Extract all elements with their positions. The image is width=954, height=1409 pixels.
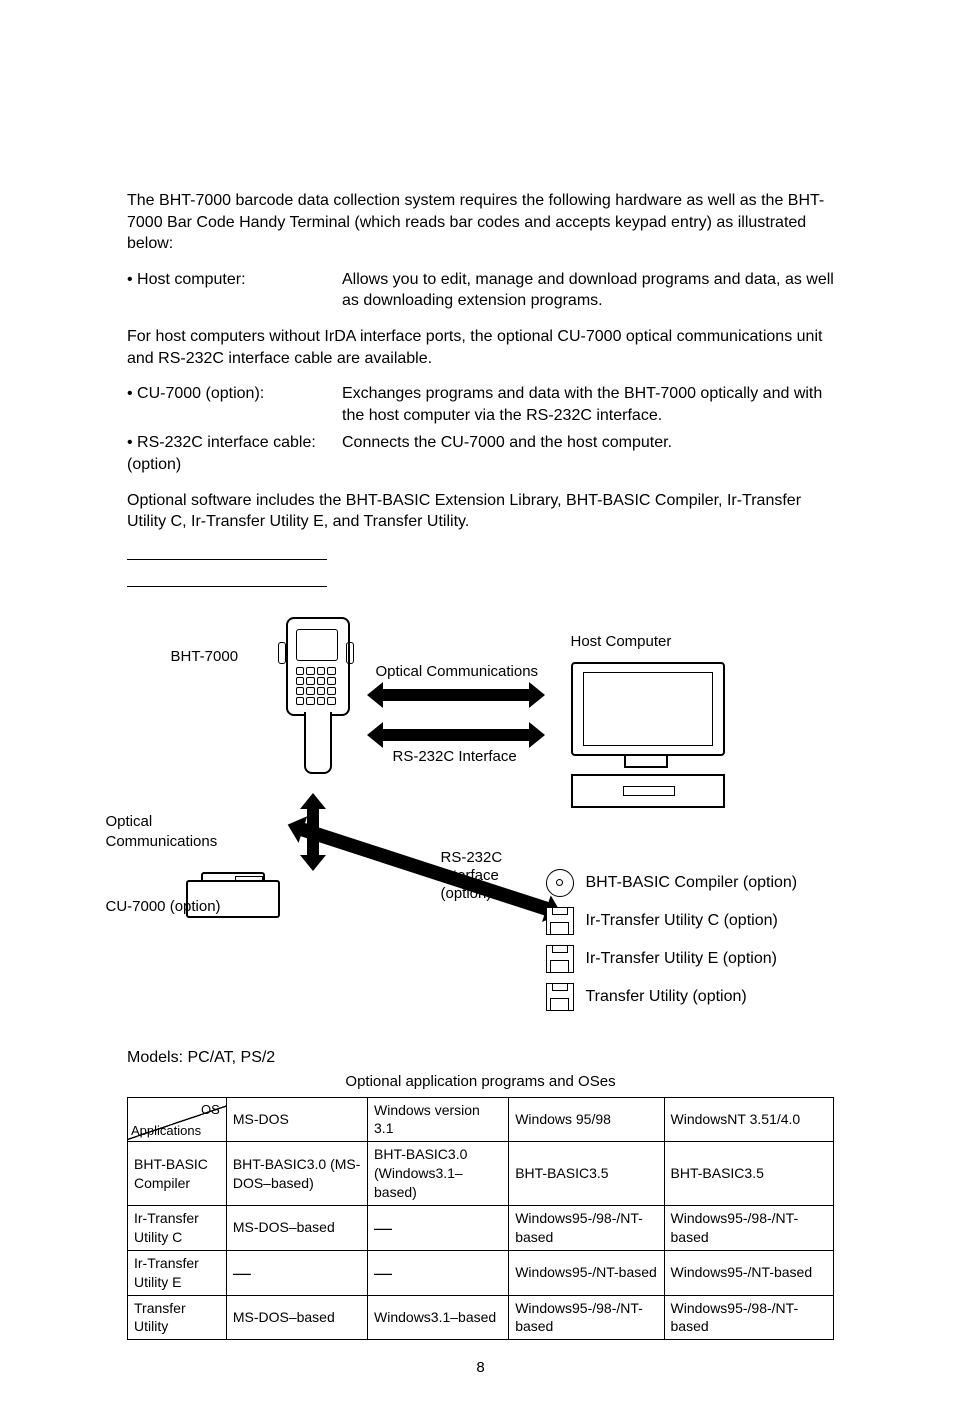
table-corner-cell: OS Applications [128,1097,227,1142]
col-header: Windows 95/98 [509,1097,664,1142]
cell: BHT-BASIC3.5 [664,1142,833,1206]
cell: Windows95-/98-/NT-based [509,1295,664,1340]
label-rs232c-top: RS-232C Interface [393,747,517,767]
sw-label: Ir-Transfer Utility C (option) [586,911,778,930]
floppy-icon [546,983,574,1011]
cell: Windows95-/NT-based [509,1250,664,1295]
bullet-list-2: • CU-7000 (option): Exchanges programs a… [127,383,834,475]
table-row: BHT-BASIC Compiler BHT-BASIC3.0 (MS-DOS–… [128,1142,834,1206]
cell: BHT-BASIC3.0 (Windows3.1–based) [368,1142,509,1206]
bullet-rs-label: • RS-232C interface cable: (option) [127,432,342,475]
paragraph-after-host: For host computers without IrDA interfac… [127,326,834,369]
label-rs232c-option: RS-232C Interface (option) [441,849,516,903]
corner-os-label: OS [201,1101,220,1119]
cell: — [368,1250,509,1295]
cell: Windows95-/98-/NT-based [664,1206,833,1251]
disc-icon [546,869,574,897]
arrow-rs232c-icon [381,729,531,741]
col-header: WindowsNT 3.51/4.0 [664,1097,833,1142]
bullet-cu-desc: Exchanges programs and data with the BHT… [342,383,834,426]
cell: Windows3.1–based [368,1295,509,1340]
floppy-icon [546,907,574,935]
sw-row: Transfer Utility (option) [546,979,841,1015]
label-cu7000: CU-7000 (option) [106,897,221,917]
bullet-cu-label: • CU-7000 (option): [127,383,342,405]
cell: — [368,1206,509,1251]
label-optical-comm-top: Optical Communications [376,662,539,682]
floppy-icon [546,945,574,973]
sw-label: Transfer Utility (option) [586,987,747,1006]
cell: Windows95-/98-/NT-based [509,1206,664,1251]
compatibility-table: OS Applications MS-DOS Windows version 3… [127,1097,834,1341]
arrow-optical-icon [381,689,531,701]
sw-row: Ir-Transfer Utility E (option) [546,941,841,977]
label-host-computer: Host Computer [571,632,672,652]
optional-software-paragraph: Optional software includes the BHT-BASIC… [127,490,834,533]
bullet-host-desc: Allows you to edit, manage and download … [342,269,834,312]
corner-app-label: Applications [131,1122,201,1140]
table-row: Ir-Transfer Utility E — — Windows95-/NT-… [128,1250,834,1295]
table-row: Transfer Utility MS-DOS–based Windows3.1… [128,1295,834,1340]
row-app: Transfer Utility [128,1295,227,1340]
table-caption: Optional application programs and OSes [127,1072,834,1092]
label-bht7000: BHT-7000 [171,647,239,667]
bullet-cu: • CU-7000 (option): Exchanges programs a… [127,383,834,426]
intro-paragraph: The BHT-7000 barcode data collection sys… [127,190,834,255]
blank-rule-1 [127,559,327,560]
col-header: Windows version 3.1 [368,1097,509,1142]
page-number: 8 [127,1358,834,1378]
models-line: Models: PC/AT, PS/2 [127,1047,834,1069]
document-page: The BHT-7000 barcode data collection sys… [0,0,954,1409]
cell: Windows95-/98-/NT-based [664,1295,833,1340]
software-list: BHT-BASIC Compiler (option) Ir-Transfer … [546,865,841,1017]
cell: BHT-BASIC3.0 (MS-DOS–based) [226,1142,367,1206]
row-app: Ir-Transfer Utility C [128,1206,227,1251]
cell: Windows95-/NT-based [664,1250,833,1295]
sw-row: BHT-BASIC Compiler (option) [546,865,841,901]
sw-label: BHT-BASIC Compiler (option) [586,873,798,892]
cell: MS-DOS–based [226,1206,367,1251]
sw-label: Ir-Transfer Utility E (option) [586,949,777,968]
bullet-rs-desc: Connects the CU-7000 and the host comput… [342,432,834,454]
cell: — [226,1250,367,1295]
cell: MS-DOS–based [226,1295,367,1340]
row-app: BHT-BASIC Compiler [128,1142,227,1206]
bullet-list: • Host computer: Allows you to edit, man… [127,269,834,312]
host-computer-icon [571,662,721,808]
cell: BHT-BASIC3.5 [509,1142,664,1206]
table-row: Ir-Transfer Utility C MS-DOS–based — Win… [128,1206,834,1251]
bht7000-device-icon [276,617,356,787]
bullet-host-label: • Host computer: [127,269,342,291]
label-optical-comm-side: Optical Communications [106,812,246,853]
bullet-host: • Host computer: Allows you to edit, man… [127,269,834,312]
row-app: Ir-Transfer Utility E [128,1250,227,1295]
blank-rule-2 [127,586,327,587]
col-header: MS-DOS [226,1097,367,1142]
table-header-row: OS Applications MS-DOS Windows version 3… [128,1097,834,1142]
bullet-rs: • RS-232C interface cable: (option) Conn… [127,432,834,475]
system-diagram: BHT-7000 Host Computer Optical Commu [131,617,831,1027]
sw-row: Ir-Transfer Utility C (option) [546,903,841,939]
